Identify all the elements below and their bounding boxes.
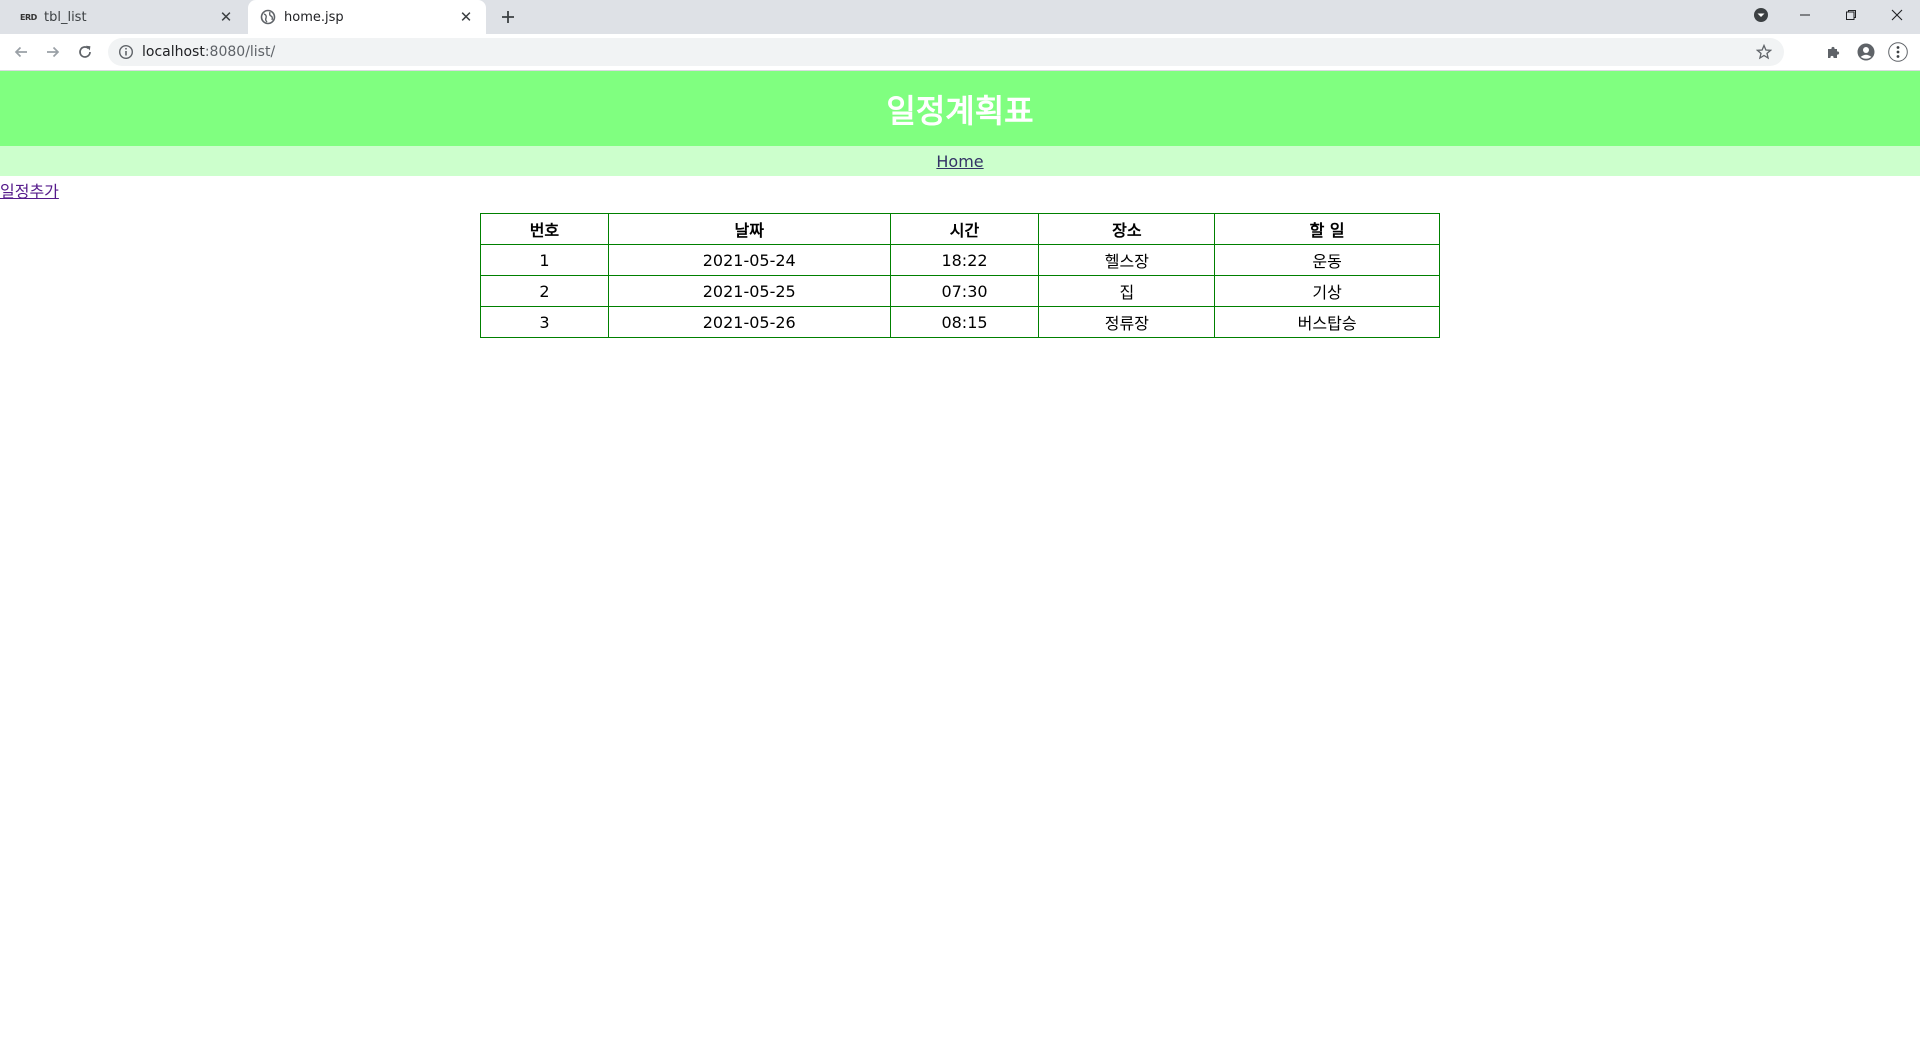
column-header-place: 장소 (1038, 213, 1216, 245)
cell-place: 정류장 (1038, 306, 1216, 338)
cell-number: 2 (480, 275, 609, 307)
bookmark-star-icon[interactable] (1756, 44, 1772, 60)
browser-toolbar: localhost:8080/list/ (0, 34, 1920, 71)
table-row: 1 2021-05-24 18:22 헬스장 운동 (480, 244, 1440, 276)
table-header-row: 번호 날짜 시간 장소 할 일 (480, 213, 1440, 245)
back-button[interactable] (7, 38, 35, 66)
chevron-down-circle-icon (1754, 8, 1768, 22)
menu-button[interactable] (1886, 40, 1910, 64)
page-nav: Home (0, 146, 1920, 176)
close-window-button[interactable] (1874, 0, 1920, 30)
schedule-table: 번호 날짜 시간 장소 할 일 1 2021-05-24 18:22 헬스장 운… (480, 213, 1440, 338)
cell-date: 2021-05-25 (607, 275, 891, 307)
cell-place: 집 (1038, 275, 1216, 307)
column-header-task: 할 일 (1214, 213, 1440, 245)
profile-button[interactable] (1854, 40, 1878, 64)
tab-search-button[interactable] (1738, 0, 1784, 30)
reload-button[interactable] (71, 38, 99, 66)
restore-icon (1846, 10, 1856, 20)
minimize-icon (1800, 14, 1810, 16)
url-text[interactable]: localhost:8080/list/ (142, 44, 275, 60)
column-header-time: 시간 (889, 213, 1040, 245)
page-header: 일정계획표 (0, 71, 1920, 146)
add-schedule-link[interactable]: 일정추가 (0, 178, 59, 202)
url-host: localhost (142, 44, 205, 60)
arrow-right-icon (47, 46, 60, 58)
tab-strip: ERD tbl_list ✕ home.jsp ✕ (0, 0, 1920, 34)
column-header-number: 번호 (480, 213, 609, 245)
column-header-date: 날짜 (607, 213, 891, 245)
avatar-icon (1857, 43, 1875, 61)
cell-date: 2021-05-24 (607, 244, 891, 276)
cell-number: 1 (480, 244, 609, 276)
cell-place: 헬스장 (1038, 244, 1216, 276)
tab-home-jsp[interactable]: home.jsp ✕ (248, 0, 486, 34)
forward-button[interactable] (39, 38, 67, 66)
cell-task: 버스탑승 (1214, 306, 1440, 338)
plus-icon (502, 11, 514, 23)
close-icon (1891, 9, 1903, 21)
minimize-button[interactable] (1782, 0, 1828, 30)
arrow-left-icon (14, 46, 27, 58)
cell-date: 2021-05-26 (607, 306, 891, 338)
cell-time: 07:30 (889, 275, 1040, 307)
cell-task: 운동 (1214, 244, 1440, 276)
close-icon[interactable]: ✕ (456, 7, 476, 27)
url-path: :8080/list/ (204, 44, 276, 60)
home-link[interactable]: Home (936, 152, 983, 171)
new-tab-button[interactable] (496, 5, 520, 29)
restore-button[interactable] (1828, 0, 1874, 30)
extensions-button[interactable] (1822, 40, 1846, 64)
kebab-menu-icon (1888, 42, 1908, 62)
reload-icon (79, 45, 91, 58)
page-viewport: 일정계획표 Home 일정추가 번호 날짜 시간 장소 할 일 1 2021-0… (0, 71, 1920, 1040)
tab-tbl-list[interactable]: ERD tbl_list ✕ (8, 0, 246, 34)
table-row: 2 2021-05-25 07:30 집 기상 (480, 275, 1440, 307)
close-icon[interactable]: ✕ (216, 7, 236, 27)
erd-favicon-icon: ERD (20, 12, 37, 22)
info-icon[interactable] (118, 44, 134, 60)
tab-title: tbl_list (44, 9, 87, 25)
cell-time: 08:15 (889, 306, 1040, 338)
cell-time: 18:22 (889, 244, 1040, 276)
cell-task: 기상 (1214, 275, 1440, 307)
globe-icon (260, 9, 276, 25)
page-title: 일정계획표 (886, 91, 1034, 130)
puzzle-icon (1828, 46, 1840, 58)
cell-number: 3 (480, 306, 609, 338)
tab-title: home.jsp (284, 9, 344, 25)
table-row: 3 2021-05-26 08:15 정류장 버스탑승 (480, 306, 1440, 338)
address-bar[interactable]: localhost:8080/list/ (108, 38, 1784, 66)
